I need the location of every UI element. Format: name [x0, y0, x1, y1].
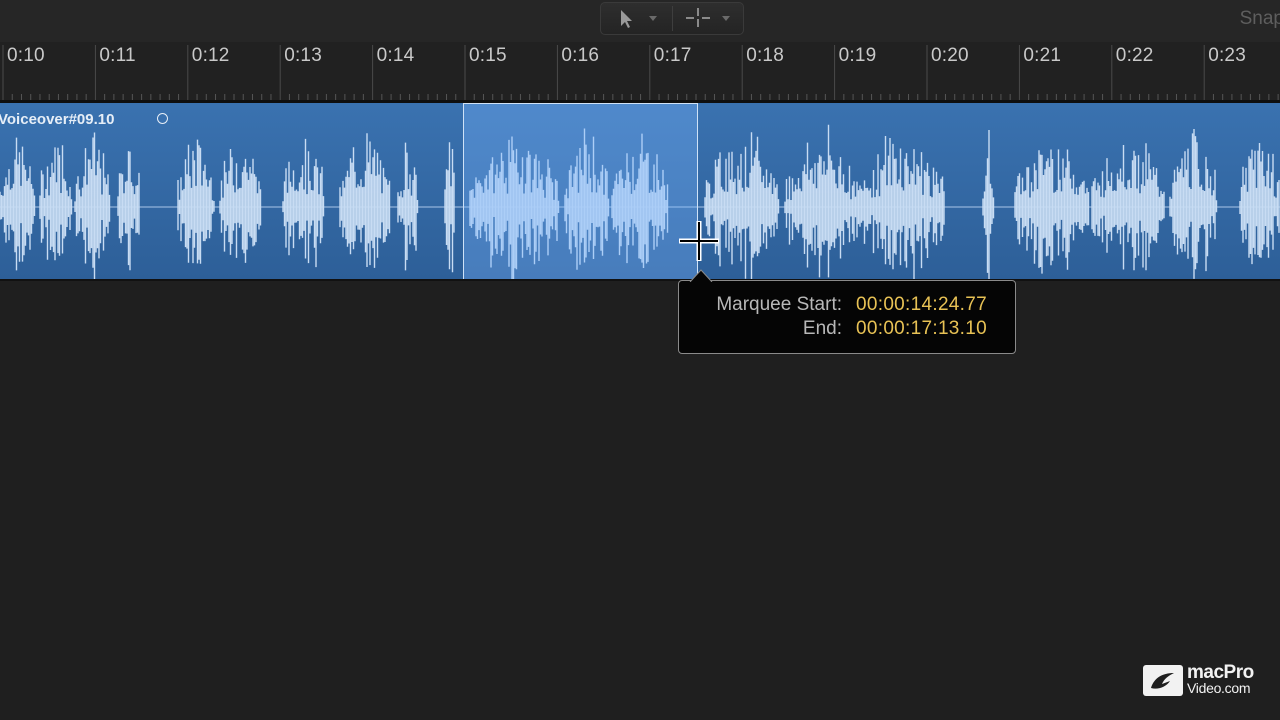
macprovideo-logo: macPro Video.com: [1143, 662, 1261, 698]
toolbar: Snap: [0, 0, 1280, 42]
marquee-tooltip: Marquee Start: 00:00:14:24.77 End: 00:00…: [678, 269, 1016, 354]
ruler-label: 0:16: [561, 45, 600, 66]
marquee-start-label: Marquee Start:: [716, 294, 842, 315]
ruler-label: 0:18: [746, 45, 784, 66]
marquee-end-label: End:: [802, 318, 842, 339]
ruler-label: 0:22: [1115, 45, 1154, 66]
ruler-label: 0:19: [838, 45, 877, 66]
tooltip-arrow: [689, 269, 713, 282]
crosshair-icon: [686, 8, 730, 27]
track-divider: [0, 279, 1280, 281]
audio-track[interactable]: Voiceover#09.10: [0, 103, 1280, 280]
ruler-label: 0:14: [376, 45, 415, 66]
logo-text-line2: Video.com: [1187, 680, 1251, 696]
ruler-label: 0:11: [99, 45, 136, 66]
arrow-pointer-icon: [621, 10, 657, 28]
pointer-tool-button[interactable]: [601, 3, 672, 34]
marquee-end-value: 00:00:17:13.10: [856, 318, 987, 339]
marquee-selection[interactable]: [463, 103, 698, 280]
logo-swirl-icon: [1151, 673, 1174, 689]
triangle-down-icon: [649, 16, 657, 21]
tool-selector-group: [600, 2, 744, 35]
circle-icon[interactable]: [157, 113, 168, 124]
region-name: Voiceover#09.10: [0, 111, 115, 128]
ruler-label: 0:12: [191, 45, 230, 66]
ruler-label: 0:23: [1208, 45, 1246, 66]
ruler-label: 0:15: [469, 45, 507, 66]
marquee-start-value: 00:00:14:24.77: [856, 294, 987, 315]
snap-menu[interactable]: Snap: [1240, 8, 1280, 30]
ruler-label: 0:13: [284, 45, 322, 66]
ruler-label: 0:20: [931, 45, 969, 66]
timeline-ruler[interactable]: 0:10 0:11 0:12 0:13 0:14 0:15 0:16 0:17 0:18 0:19…: [0, 42, 1280, 102]
triangle-down-icon: [722, 16, 730, 21]
marquee-tool-button[interactable]: [673, 3, 744, 34]
timeline-window: Snap 0:10 0:11 0:12 0:13 0:14 0:15 0:16 0:17 0:1…: [0, 0, 1280, 720]
ruler-label: 0:17: [653, 45, 692, 66]
ruler-label: 0:10: [7, 45, 45, 66]
crosshair-cursor-icon: [679, 221, 719, 261]
logo-mark: [1143, 665, 1183, 696]
ruler-label: 0:21: [1023, 45, 1062, 66]
